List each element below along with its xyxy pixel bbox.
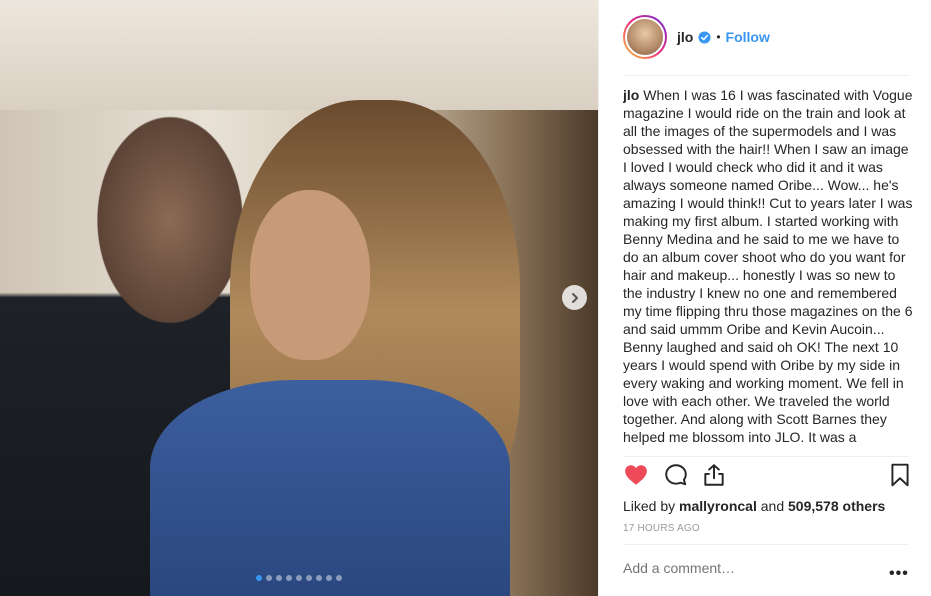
- liked-by-user[interactable]: mallyroncal: [679, 498, 757, 514]
- caption-username[interactable]: jlo: [623, 87, 639, 103]
- avatar-image: [625, 17, 665, 57]
- separator-dot: •: [716, 30, 721, 44]
- post-caption: jlo When I was 16 I was fascinated with …: [623, 86, 913, 454]
- carousel-dot: [336, 575, 342, 581]
- likes-count[interactable]: 509,578 others: [788, 498, 885, 514]
- likes-summary: Liked by mallyroncal and 509,578 others: [623, 498, 885, 514]
- username[interactable]: jlo: [677, 29, 693, 45]
- bookmark-icon[interactable]: [887, 462, 913, 488]
- follow-button[interactable]: Follow: [726, 29, 770, 45]
- carousel-dot: [296, 575, 302, 581]
- caption-text: When I was 16 I was fascinated with Vogu…: [623, 87, 913, 445]
- carousel-dot: [266, 575, 272, 581]
- avatar[interactable]: [623, 15, 667, 59]
- verified-badge-icon: [698, 30, 711, 44]
- comment-input[interactable]: [623, 560, 863, 576]
- carousel-dot: [326, 575, 332, 581]
- carousel-next-button[interactable]: [562, 285, 587, 310]
- photo-dress-figure: [150, 380, 510, 596]
- comment-icon[interactable]: [663, 462, 689, 488]
- likes-prefix: Liked by: [623, 498, 676, 514]
- divider: [623, 75, 909, 76]
- photo-face-figure: [250, 190, 370, 360]
- carousel-dot: [306, 575, 312, 581]
- carousel-dot: [286, 575, 292, 581]
- chevron-right-icon: [571, 292, 578, 303]
- more-options-button[interactable]: •••: [889, 565, 909, 583]
- heart-icon[interactable]: [623, 462, 649, 488]
- action-bar: [623, 462, 911, 490]
- carousel-indicator: [256, 575, 342, 581]
- carousel-dot: [256, 575, 262, 581]
- post-sidebar: jlo • Follow jlo When I was 16 I was fas…: [598, 0, 931, 596]
- post-photo[interactable]: [0, 0, 598, 596]
- divider: [623, 544, 909, 545]
- post-header: jlo • Follow: [623, 14, 909, 60]
- divider: [623, 456, 909, 457]
- likes-joiner: and: [760, 498, 785, 514]
- carousel-dot: [316, 575, 322, 581]
- post-timestamp[interactable]: 17 HOURS AGO: [623, 523, 700, 534]
- share-icon[interactable]: [701, 462, 727, 488]
- carousel-dot: [276, 575, 282, 581]
